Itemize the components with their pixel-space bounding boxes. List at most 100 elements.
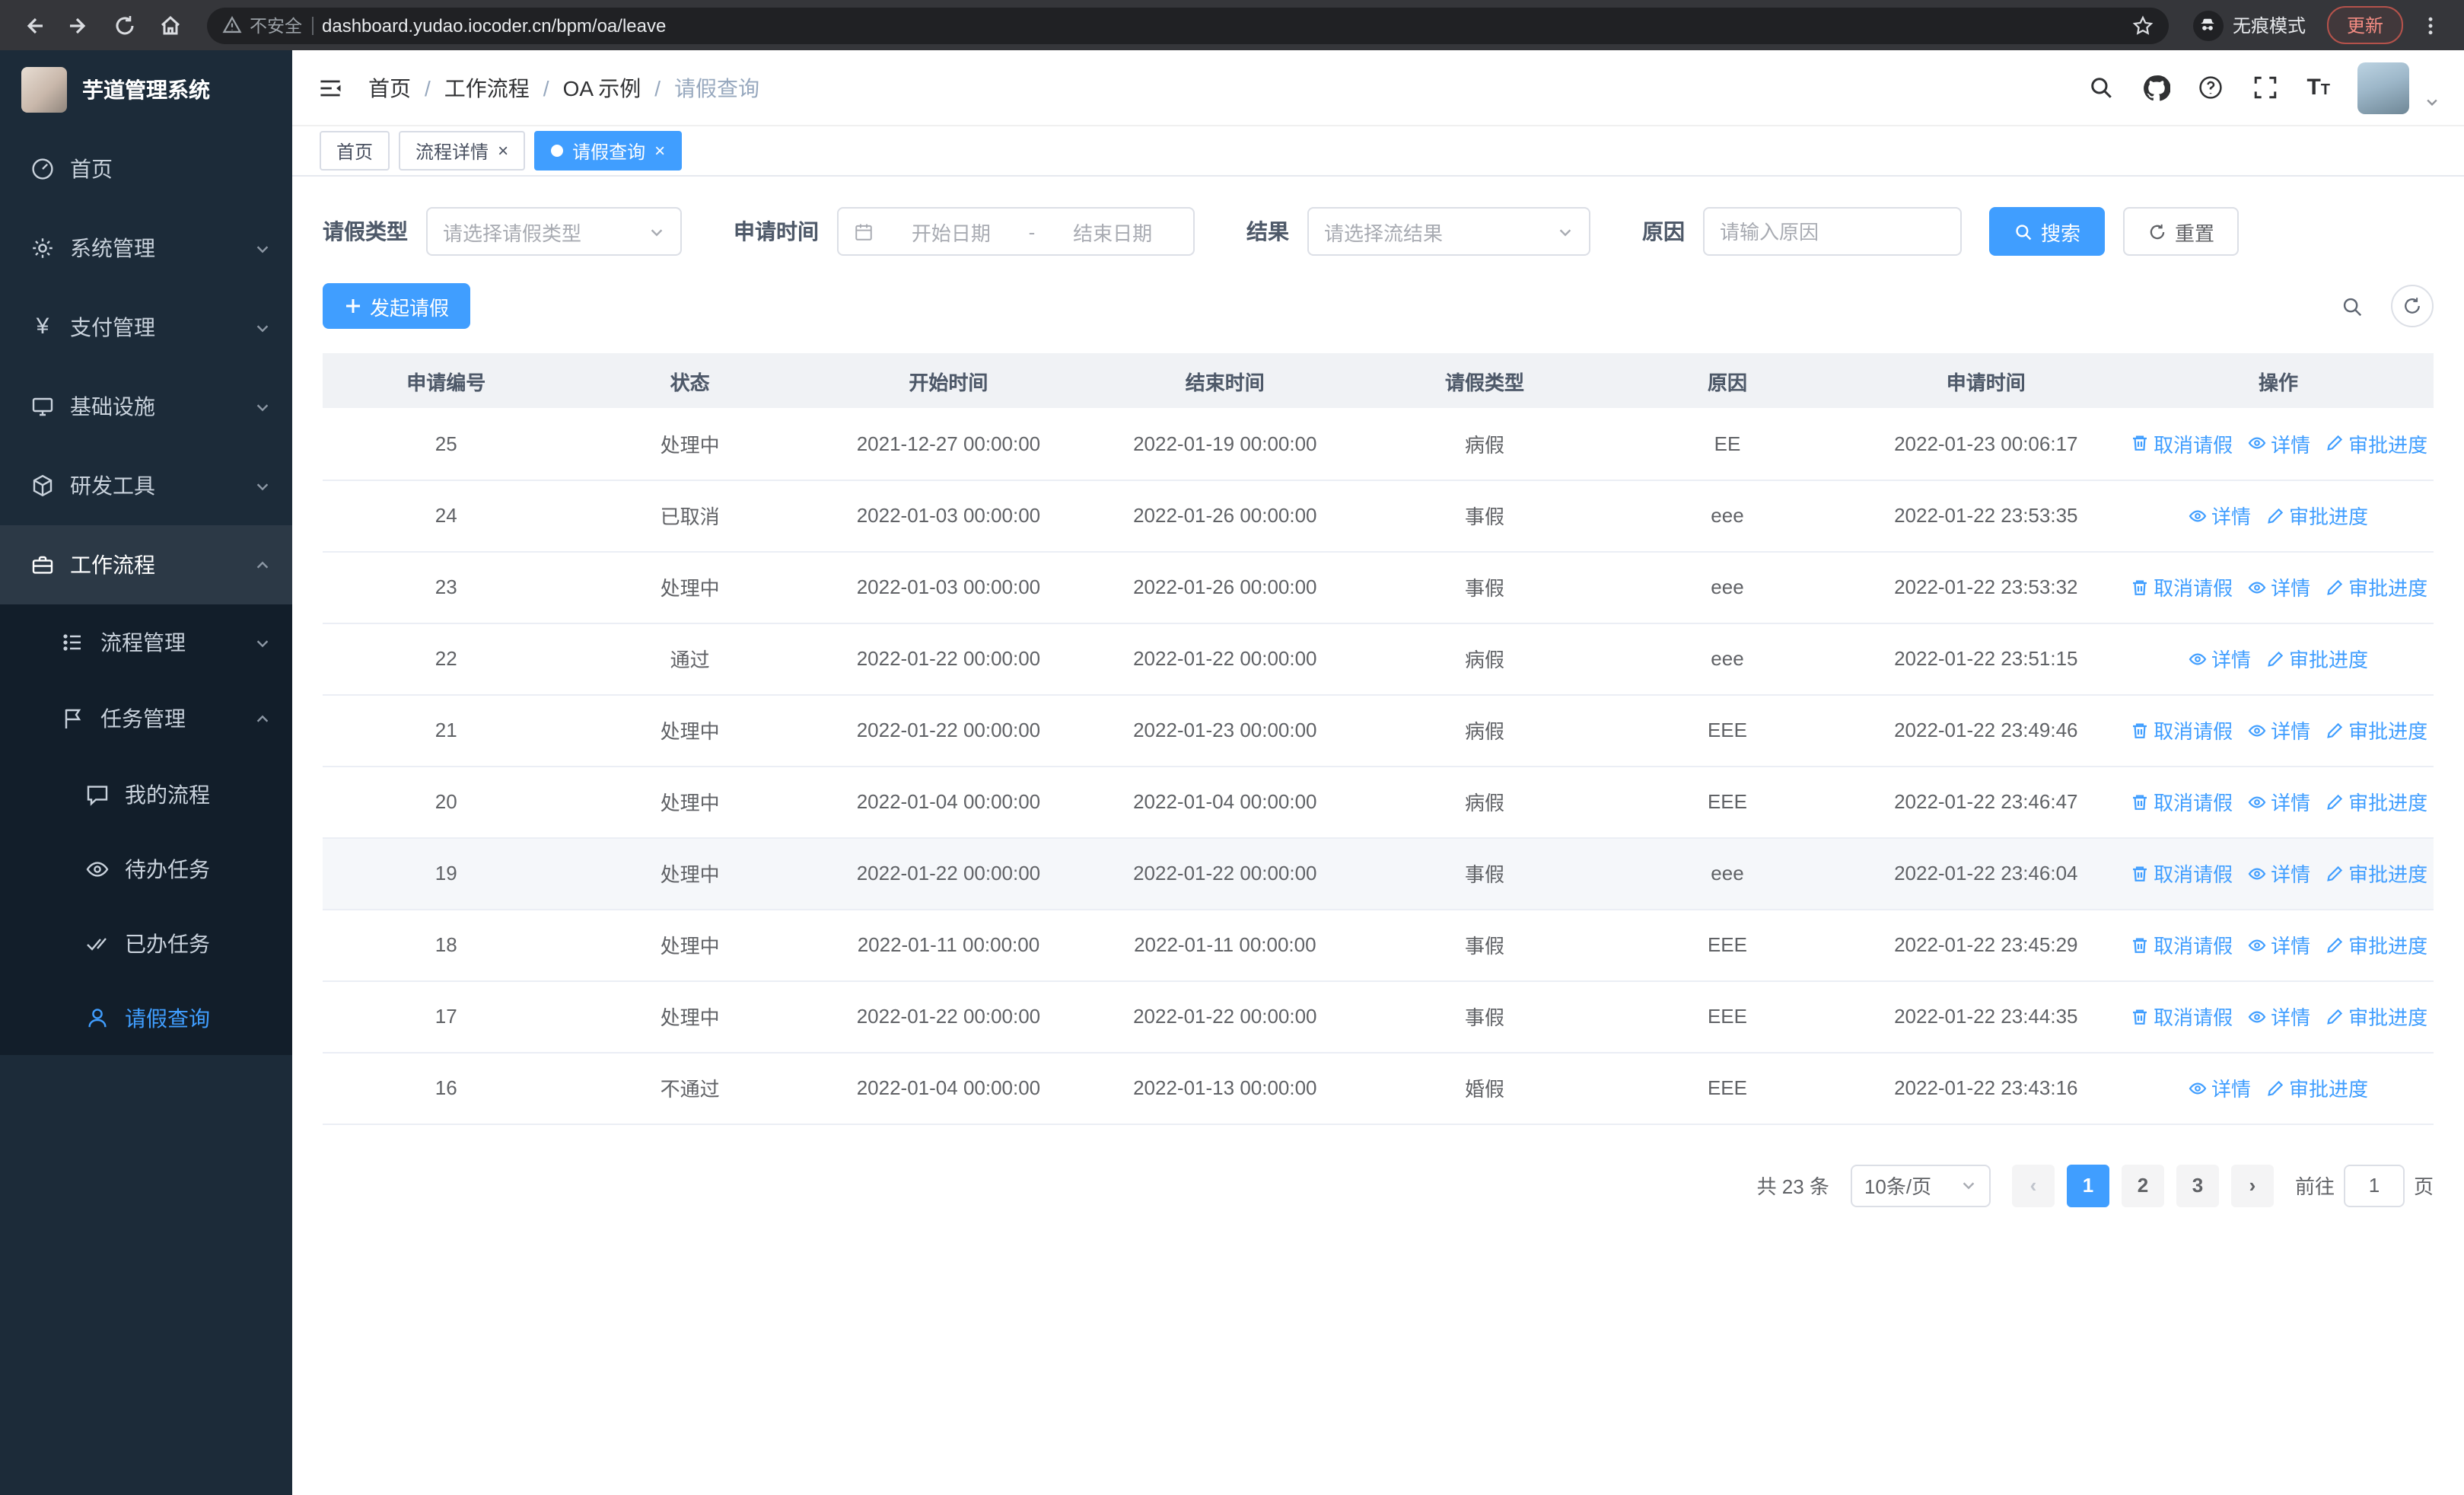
cancel-leave-link[interactable]: 取消请假 bbox=[2131, 572, 2233, 601]
security-chip[interactable]: 不安全 bbox=[222, 13, 302, 37]
page-button-2[interactable]: 2 bbox=[2121, 1164, 2164, 1207]
sidebar-item-system[interactable]: 系统管理 bbox=[0, 209, 292, 288]
next-page-button[interactable]: › bbox=[2230, 1164, 2274, 1207]
table-refresh-icon[interactable] bbox=[2391, 285, 2434, 327]
tag-leave-query[interactable]: 请假查询 × bbox=[534, 131, 683, 171]
approval-progress-link[interactable]: 审批进度 bbox=[2326, 716, 2427, 744]
browser-menu-icon[interactable] bbox=[2412, 7, 2449, 43]
collapse-sidebar-icon[interactable] bbox=[317, 74, 344, 101]
breadcrumb-item[interactable]: 工作流程 bbox=[444, 72, 530, 103]
end-date-placeholder[interactable]: 结束日期 bbox=[1047, 217, 1178, 246]
date-range-picker[interactable]: 开始日期 - 结束日期 bbox=[837, 207, 1195, 256]
cancel-leave-link[interactable]: 取消请假 bbox=[2131, 787, 2233, 816]
sidebar-item-leave-query[interactable]: 请假查询 bbox=[0, 980, 292, 1055]
page-button-3[interactable]: 3 bbox=[2176, 1164, 2219, 1207]
cancel-leave-link[interactable]: 取消请假 bbox=[2131, 716, 2233, 744]
apply-time-label: 申请时间 bbox=[734, 219, 819, 244]
cancel-leave-link[interactable]: 取消请假 bbox=[2131, 859, 2233, 888]
breadcrumb-item[interactable]: 首页 bbox=[368, 72, 411, 103]
page-button-1[interactable]: 1 bbox=[2066, 1164, 2109, 1207]
close-icon[interactable]: × bbox=[654, 140, 665, 161]
sidebar-item-todo-tasks[interactable]: 待办任务 bbox=[0, 831, 292, 906]
approval-progress-link[interactable]: 审批进度 bbox=[2326, 930, 2427, 959]
close-icon[interactable]: × bbox=[498, 140, 508, 161]
breadcrumb-item[interactable]: OA 示例 bbox=[563, 72, 641, 103]
cancel-leave-link[interactable]: 取消请假 bbox=[2131, 429, 2233, 458]
sidebar-item-devtools[interactable]: 研发工具 bbox=[0, 446, 292, 525]
forward-icon[interactable] bbox=[61, 7, 97, 43]
briefcase-icon bbox=[30, 553, 55, 577]
detail-link[interactable]: 详情 bbox=[2248, 572, 2310, 601]
browser-update-button[interactable]: 更新 bbox=[2326, 6, 2403, 44]
sidebar-item-infra[interactable]: 基础设施 bbox=[0, 367, 292, 446]
detail-link[interactable]: 详情 bbox=[2248, 716, 2310, 744]
leave-type-select[interactable]: 请选择请假类型 bbox=[426, 207, 682, 256]
detail-link[interactable]: 详情 bbox=[2189, 1073, 2251, 1102]
tag-home[interactable]: 首页 bbox=[320, 131, 390, 171]
detail-link[interactable]: 详情 bbox=[2248, 429, 2310, 458]
approval-progress-link[interactable]: 审批进度 bbox=[2326, 859, 2427, 888]
user-menu-caret-icon[interactable] bbox=[2424, 94, 2440, 109]
cell-status: 不通过 bbox=[569, 1052, 810, 1124]
sidebar-item-workflow[interactable]: 工作流程 bbox=[0, 525, 292, 604]
search-icon bbox=[2016, 224, 2032, 240]
sidebar-item-label: 流程管理 bbox=[100, 630, 186, 655]
reset-button[interactable]: 重置 bbox=[2123, 207, 2240, 256]
home-icon[interactable] bbox=[152, 7, 189, 43]
tag-process-detail[interactable]: 流程详情 × bbox=[399, 131, 526, 171]
table-row: 22 通过 2022-01-22 00:00:00 2022-01-22 00:00:… bbox=[323, 623, 2434, 695]
cancel-leave-link[interactable]: 取消请假 bbox=[2131, 1002, 2233, 1031]
help-icon[interactable] bbox=[2197, 74, 2224, 101]
fullscreen-icon[interactable] bbox=[2252, 74, 2279, 101]
goto-label: 前往 bbox=[2294, 1175, 2335, 1198]
cancel-leave-link[interactable]: 取消请假 bbox=[2131, 930, 2233, 959]
cell-id: 20 bbox=[323, 766, 570, 838]
result-select[interactable]: 请选择流结果 bbox=[1307, 207, 1590, 256]
github-icon[interactable] bbox=[2142, 74, 2170, 101]
chevron-down-icon bbox=[1963, 1182, 1975, 1190]
reason-input[interactable] bbox=[1703, 207, 1962, 256]
approval-progress-link[interactable]: 审批进度 bbox=[2266, 644, 2368, 673]
cell-status: 处理中 bbox=[569, 408, 810, 480]
sidebar-item-my-process[interactable]: 我的流程 bbox=[0, 757, 292, 831]
page-size-select[interactable]: 10条/页 bbox=[1850, 1164, 1991, 1207]
detail-link-label: 详情 bbox=[2271, 720, 2311, 743]
approval-progress-link-label: 审批进度 bbox=[2348, 863, 2428, 886]
select-placeholder: 请选择流结果 bbox=[1324, 222, 1444, 244]
detail-link[interactable]: 详情 bbox=[2248, 1002, 2310, 1031]
security-label: 不安全 bbox=[250, 18, 302, 36]
start-date-placeholder[interactable]: 开始日期 bbox=[886, 217, 1017, 246]
sidebar-item-payment[interactable]: ¥ 支付管理 bbox=[0, 288, 292, 367]
sidebar-item-process-mgmt[interactable]: 流程管理 bbox=[0, 604, 292, 681]
back-icon[interactable] bbox=[15, 7, 52, 43]
prev-page-button[interactable]: ‹ bbox=[2011, 1164, 2055, 1207]
sidebar-item-home[interactable]: 首页 bbox=[0, 129, 292, 209]
url-text[interactable]: dashboard.yudao.iocoder.cn/bpm/oa/leave bbox=[322, 14, 2123, 36]
reload-icon[interactable] bbox=[107, 7, 143, 43]
cell-start: 2021-12-27 00:00:00 bbox=[810, 408, 1087, 480]
detail-link[interactable]: 详情 bbox=[2189, 501, 2251, 530]
approval-progress-link[interactable]: 审批进度 bbox=[2266, 1073, 2368, 1102]
detail-link[interactable]: 详情 bbox=[2248, 787, 2310, 816]
address-bar[interactable]: 不安全 dashboard.yudao.iocoder.cn/bpm/oa/le… bbox=[207, 7, 2169, 43]
create-leave-button[interactable]: 发起请假 bbox=[323, 283, 471, 329]
search-icon[interactable] bbox=[2087, 74, 2115, 101]
approval-progress-link[interactable]: 审批进度 bbox=[2326, 429, 2427, 458]
approval-progress-link[interactable]: 审批进度 bbox=[2326, 787, 2427, 816]
font-size-icon[interactable]: TT bbox=[2306, 75, 2330, 100]
search-button[interactable]: 搜索 bbox=[1989, 207, 2106, 256]
sidebar-item-task-mgmt[interactable]: 任务管理 bbox=[0, 681, 292, 757]
avatar[interactable] bbox=[2357, 62, 2409, 113]
pen-icon bbox=[2268, 507, 2284, 523]
approval-progress-link[interactable]: 审批进度 bbox=[2326, 1002, 2427, 1031]
approval-progress-link[interactable]: 审批进度 bbox=[2326, 572, 2427, 601]
detail-link[interactable]: 详情 bbox=[2248, 930, 2310, 959]
bookmark-star-icon[interactable] bbox=[2132, 14, 2154, 36]
sidebar-item-done-tasks[interactable]: 已办任务 bbox=[0, 906, 292, 980]
goto-page-input[interactable] bbox=[2343, 1164, 2405, 1207]
table-search-toggle-icon[interactable] bbox=[2330, 285, 2373, 327]
app-logo[interactable]: 芋道管理系统 bbox=[0, 50, 292, 129]
approval-progress-link[interactable]: 审批进度 bbox=[2266, 501, 2368, 530]
detail-link[interactable]: 详情 bbox=[2189, 644, 2251, 673]
detail-link[interactable]: 详情 bbox=[2248, 859, 2310, 888]
